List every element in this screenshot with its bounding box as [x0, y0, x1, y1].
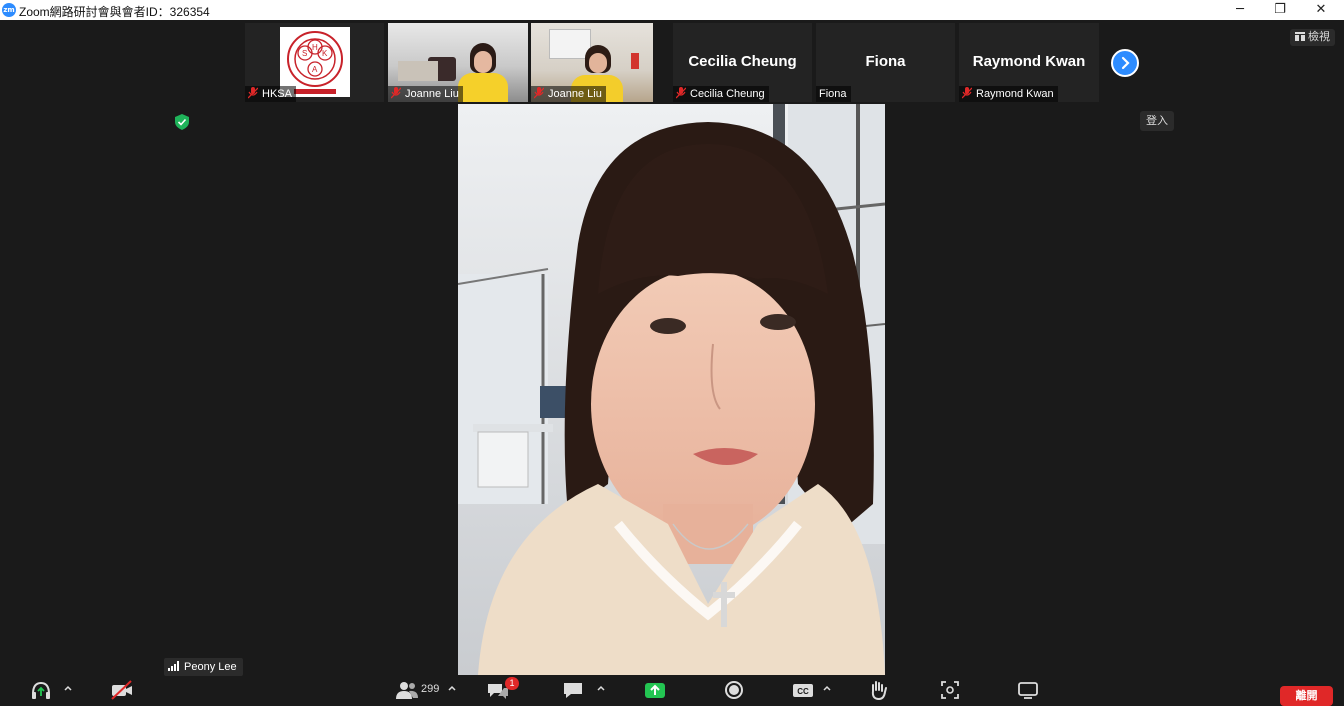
share-screen-icon[interactable]: [644, 680, 666, 700]
minimize-button[interactable]: ─: [1220, 0, 1260, 20]
signal-strength-icon: [168, 661, 179, 671]
mic-muted-icon: [676, 87, 686, 99]
logo-letter-s: S: [302, 49, 307, 58]
participant-name-label: Joanne Liu: [388, 86, 463, 102]
logo-letter-a: A: [312, 65, 318, 74]
zoom-logo-icon: zm: [2, 3, 16, 17]
participant-name: Raymond Kwan: [976, 88, 1054, 100]
raise-hand-icon[interactable]: [868, 680, 888, 700]
chat-badge: 1: [505, 677, 519, 690]
participant-thumbnail-joanne-liu-2[interactable]: Joanne Liu: [531, 23, 653, 102]
view-button[interactable]: 檢視: [1290, 29, 1335, 46]
mic-muted-icon: [962, 87, 972, 99]
participants-count: 299: [421, 683, 440, 695]
chevron-right-icon: [1121, 56, 1130, 70]
record-icon[interactable]: [723, 680, 745, 700]
cc-caret-icon[interactable]: [822, 684, 832, 692]
cc-icon[interactable]: CC: [792, 680, 814, 700]
security-shield-icon[interactable]: [175, 114, 189, 130]
window-title: Zoom網路研討會與會者ID：326354: [19, 5, 210, 19]
audio-options-caret-icon[interactable]: [63, 684, 73, 692]
restore-button[interactable]: ❐: [1260, 0, 1300, 20]
screen-icon[interactable]: [1017, 680, 1039, 700]
logo-letter-k: K: [322, 49, 328, 58]
participant-thumbnail-fiona[interactable]: Fiona Fiona: [816, 23, 955, 102]
next-page-button[interactable]: [1111, 49, 1139, 77]
speaker-video-frame: [458, 104, 885, 675]
view-button-label: 檢視: [1308, 31, 1330, 43]
leave-button[interactable]: 離開: [1280, 686, 1333, 706]
participant-display-name: Cecilia Cheung: [688, 53, 797, 70]
participant-display-name: Fiona: [865, 53, 906, 70]
main-speaker-video: [458, 104, 885, 675]
sign-in-button[interactable]: 登入: [1140, 111, 1174, 131]
title-bar: zm Zoom網路研討會與會者ID：326354 ─ ❐ ✕: [0, 0, 1344, 20]
grid-view-icon: [1295, 32, 1305, 41]
participant-thumbnail-cecilia-cheung[interactable]: Cecilia Cheung Cecilia Cheung: [673, 23, 812, 102]
participant-name: Joanne Liu: [405, 88, 459, 100]
mic-muted-icon: [391, 87, 401, 99]
video-off-icon[interactable]: [110, 680, 134, 700]
participant-display-name: Raymond Kwan: [972, 53, 1086, 70]
active-speaker-label: Peony Lee: [164, 658, 243, 676]
svg-text:CC: CC: [797, 687, 809, 696]
participant-name-label: HKSA: [245, 86, 296, 102]
active-speaker-name: Peony Lee: [184, 661, 237, 673]
mic-muted-icon: [248, 87, 258, 99]
participant-name-label: Raymond Kwan: [959, 86, 1058, 102]
participant-name: Fiona: [819, 88, 847, 100]
logo-letter-h: H: [312, 43, 318, 52]
chat-caret-icon[interactable]: [596, 684, 606, 692]
participants-icon[interactable]: [395, 680, 419, 700]
participant-name-label: Cecilia Cheung: [673, 86, 769, 102]
participant-thumbnail-raymond-kwan[interactable]: Raymond Kwan Raymond Kwan: [959, 23, 1099, 102]
participant-thumbnail-joanne-liu[interactable]: Joanne Liu: [388, 23, 528, 102]
meeting-toolbar: [0, 678, 1344, 701]
close-button[interactable]: ✕: [1301, 0, 1341, 20]
participant-name-label: Joanne Liu: [531, 86, 606, 102]
participant-name-label: Fiona: [816, 86, 851, 102]
participant-name: Cecilia Cheung: [690, 88, 765, 100]
participants-caret-icon[interactable]: [447, 684, 457, 692]
chat-icon[interactable]: [562, 680, 584, 700]
focus-icon[interactable]: [940, 680, 960, 700]
headphones-icon[interactable]: [30, 680, 52, 700]
participant-name: Joanne Liu: [548, 88, 602, 100]
participant-name: HKSA: [262, 88, 292, 100]
participant-thumbnail-hksa[interactable]: H S K A HKSA: [245, 23, 384, 102]
mic-muted-icon: [534, 87, 544, 99]
